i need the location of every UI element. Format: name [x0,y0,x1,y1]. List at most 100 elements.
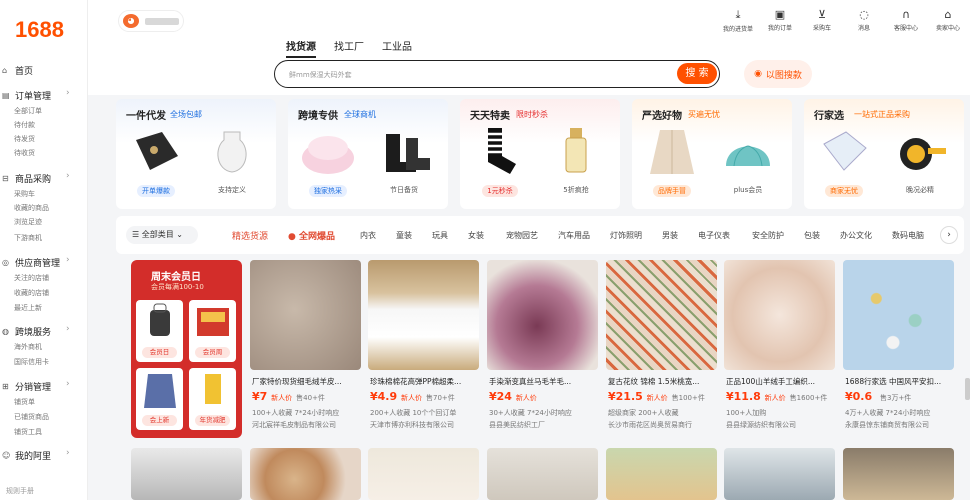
product-title[interactable]: 复古花纹 锦棉 1.5米桃宽... [608,376,716,387]
promo-tag[interactable]: 品牌手冒 [653,185,691,197]
promo-label[interactable]: 晚况必精 [892,185,948,195]
promo-card[interactable]: 一件代发 全场包邮 开单爆款 支持定义 [116,99,276,209]
messages-button[interactable]: ◌ 消息 [848,8,880,33]
product-image[interactable] [131,448,242,500]
search-input[interactable]: 鲜mm保湿大码外套 [289,70,352,80]
product-image[interactable] [843,260,954,370]
sidebar-subitem[interactable]: 待发货 [14,134,35,144]
category-item[interactable]: 数码电脑 [892,230,924,241]
sidebar-subitem[interactable]: 铺货单 [14,397,35,407]
product-image[interactable] [487,260,598,370]
sidebar-item-home[interactable]: ⌂ 首页 [2,64,33,77]
product-thumbnail[interactable] [472,126,528,178]
tab-industrial[interactable]: 工业品 [382,38,412,58]
product-thumbnail[interactable] [548,126,604,178]
cart-button[interactable]: ⊻ 采购车 [806,8,838,33]
sidebar-subitem[interactable]: 下游商机 [14,233,42,243]
search-button[interactable]: 搜 索 [677,63,717,84]
promo-card[interactable]: 跨境专供 全球商机 独家热采 节日备货 [288,99,448,209]
product-card[interactable]: 正品100山羊绒手工编织... ¥11.8 新人价 售1600+件 100+人加购… [724,260,835,438]
product-image[interactable] [724,260,835,370]
image-search-button[interactable]: ◉ 以图搜款 [744,60,812,88]
shop-name[interactable]: 长沙市雨花区尚奥贸易商行 [608,420,718,430]
category-item[interactable]: 男装 [662,230,678,241]
sidebar-subitem[interactable]: 采购车 [14,189,35,199]
product-image[interactable] [487,448,598,500]
product-image[interactable] [368,260,479,370]
sidebar-item-myali[interactable]: ☺ 我的阿里 [2,449,51,462]
tab-find-factory[interactable]: 找工厂 [334,38,364,58]
product-title[interactable]: 珍珠棉棉花高弹PP棉超柔... [370,376,478,387]
product-card[interactable]: 厂家特价现货细毛绒羊皮... ¥7 新人价 售40+件 100+人收藏 7*24小… [250,260,361,438]
category-item[interactable]: 包装 [804,230,820,241]
sidebar-subitem[interactable]: 铺货工具 [14,427,42,437]
chevron-right-icon[interactable]: › [66,324,70,334]
category-item[interactable]: 电子仪表 [698,230,730,241]
promo-tag[interactable]: 商家无忧 [825,185,863,197]
product-title[interactable]: 正品100山羊绒手工编织... [726,376,834,387]
sidebar-subitem[interactable]: 海外商机 [14,342,42,352]
product-card[interactable]: 手染渐变真丝马毛羊毛... ¥24 新人价 30+人收藏 7*24小时响应 县县… [487,260,598,438]
product-thumbnail[interactable] [300,126,356,178]
service-center-button[interactable]: ∩ 客服中心 [890,8,922,33]
chevron-right-icon[interactable]: › [940,226,958,244]
shop-name[interactable]: 永康县惊东铺商贸有限公司 [845,420,955,430]
sidebar-item-distribution[interactable]: ⊞ 分销管理 [2,380,51,393]
shop-name[interactable]: 天津市博亦利科技有限公司 [370,420,480,430]
sidebar-subitem[interactable]: 浏览足迹 [14,217,42,227]
category-item[interactable]: 女装 [468,230,484,241]
promo-label[interactable]: 节日备货 [376,185,432,195]
chevron-right-icon[interactable]: › [66,379,70,389]
member-box[interactable]: 会员日 [136,300,183,362]
promo-tag[interactable]: 开单爆款 [137,185,175,197]
tab-selected-sources[interactable]: 精选货源 [232,229,268,242]
product-image[interactable] [250,260,361,370]
promo-label[interactable]: 支持定义 [204,185,260,195]
sidebar-subitem[interactable]: 待收货 [14,148,35,158]
product-card[interactable]: 1688行家选 中国风平安扣... ¥0.6 售3万+件 4万+人收藏 7*24… [843,260,954,438]
tab-hot-products[interactable]: ● 全网爆品 [288,229,335,242]
member-box[interactable]: 会员周 [189,300,236,362]
shop-name[interactable]: 县县绿源纺织有限公司 [726,420,836,430]
product-thumbnail[interactable] [204,126,260,178]
shop-name[interactable]: 河北宸祥毛皮制品有限公司 [252,420,362,430]
sidebar-subitem[interactable]: 收藏的店铺 [14,288,49,298]
my-orders-button[interactable]: ▣ 我的订单 [764,8,796,33]
category-item[interactable]: 宠物园艺 [506,230,538,241]
member-box[interactable]: 会上新 [136,368,183,430]
chevron-right-icon[interactable]: › [66,448,70,458]
category-item[interactable]: 安全防护 [752,230,784,241]
sidebar-item-purchase[interactable]: ⊟ 商品采购 [2,172,51,185]
all-categories-dropdown[interactable]: ☰ 全部类目 ⌄ [126,226,198,244]
sidebar-subitem[interactable]: 已铺货商品 [14,412,49,422]
purchase-list-button[interactable]: ⤓ 我的进货单 [722,8,754,33]
product-thumbnail[interactable] [128,126,184,178]
category-item[interactable]: 灯饰照明 [610,230,642,241]
product-image[interactable] [250,448,361,500]
category-item[interactable]: 汽车用品 [558,230,590,241]
product-image[interactable] [843,448,954,500]
product-thumbnail[interactable] [376,126,432,178]
promo-label[interactable]: plus会员 [720,185,776,195]
logo[interactable]: 1688 [15,17,64,43]
seller-center-button[interactable]: ⌂ 卖家中心 [932,8,964,33]
chevron-right-icon[interactable]: › [66,255,70,265]
product-thumbnail[interactable] [816,126,872,178]
product-image[interactable] [606,448,717,500]
sidebar-subitem[interactable]: 待付款 [14,120,35,130]
sidebar-subitem[interactable]: 全部订单 [14,106,42,116]
product-title[interactable]: 厂家特价现货细毛绒羊皮... [252,376,360,387]
sidebar-subitem[interactable]: 关注的店铺 [14,273,49,283]
product-image[interactable] [606,260,717,370]
category-item[interactable]: 童装 [396,230,412,241]
product-card[interactable]: 珍珠棉棉花高弹PP棉超柔... ¥4.9 新人价 售70+件 200+人收藏 10… [368,260,479,438]
product-thumbnail[interactable] [644,126,700,178]
promo-card[interactable]: 行家选 一站式正品采购 商家无忧 晚况必精 [804,99,964,209]
promo-label[interactable]: 5折疯抢 [548,185,604,195]
sidebar-subitem[interactable]: 收藏的商品 [14,203,49,213]
member-box[interactable]: 年货减肥 [189,368,236,430]
product-thumbnail[interactable] [720,126,776,178]
product-title[interactable]: 1688行家选 中国风平安扣... [845,376,953,387]
sidebar-item-orders[interactable]: ▤ 订单管理 [2,89,51,102]
chevron-right-icon[interactable]: › [66,171,70,181]
